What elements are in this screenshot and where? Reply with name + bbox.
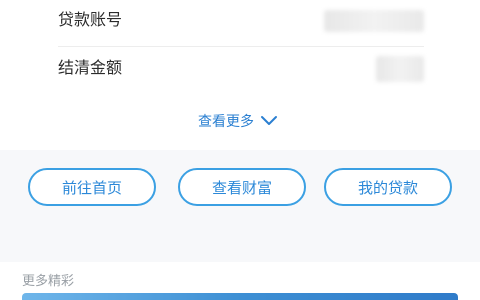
go-home-label: 前往首页 (61, 178, 122, 197)
promo-banner[interactable] (22, 293, 458, 300)
settlement-amount-label: 结清金额 (58, 58, 123, 77)
chevron-down-icon (261, 116, 277, 125)
action-buttons: 前往首页 查看财富 我的贷款 (0, 168, 480, 210)
see-more-label: 查看更多 (198, 114, 254, 130)
my-loans-label: 我的贷款 (357, 178, 418, 197)
loan-account-value-masked (324, 10, 424, 32)
settlement-amount-value-masked (376, 56, 424, 82)
view-wealth-button[interactable]: 查看财富 (178, 168, 306, 206)
see-more-button[interactable]: 查看更多 (198, 110, 278, 132)
loan-account-row: 贷款账号 (58, 0, 424, 47)
go-home-button[interactable]: 前往首页 (28, 168, 156, 206)
settlement-amount-row: 结清金额 (58, 48, 424, 94)
my-loans-button[interactable]: 我的贷款 (324, 168, 452, 206)
loan-info-card: 贷款账号 结清金额 查看更多 (28, 0, 452, 150)
loan-account-label: 贷款账号 (58, 10, 123, 29)
more-section-title: 更多精彩 (22, 274, 75, 289)
view-wealth-label: 查看财富 (211, 178, 272, 197)
row-divider (58, 46, 424, 47)
